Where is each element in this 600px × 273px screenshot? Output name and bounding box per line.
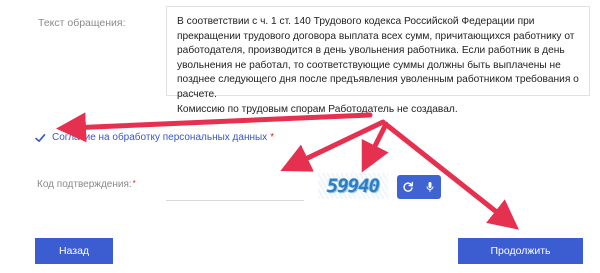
confirmation-code-input[interactable] (166, 176, 304, 201)
checkmark-icon[interactable] (34, 131, 46, 143)
arrow-to-code-input (280, 119, 386, 172)
arrow-to-captcha (361, 121, 389, 173)
required-marker: * (270, 131, 275, 143)
required-marker: * (132, 179, 136, 188)
consent-label[interactable]: Согласие на обработку персональных данны… (52, 132, 267, 143)
confirmation-code-label-text: Код подтверждения: (37, 179, 132, 190)
appeal-label: Текст обращения: (38, 17, 126, 29)
microphone-icon[interactable] (421, 178, 439, 196)
continue-button[interactable]: Продолжить (458, 238, 583, 264)
refresh-icon[interactable] (399, 178, 417, 196)
back-button[interactable]: Назад (35, 238, 113, 264)
consent-row[interactable]: Согласие на обработку персональных данны… (34, 131, 274, 143)
captcha-controls (397, 175, 441, 199)
appeal-text: В соответствии с ч. 1 ст. 140 Трудового … (177, 16, 579, 115)
captcha-image: 59940 (318, 173, 388, 199)
arrow-to-continue (385, 123, 519, 230)
confirmation-code-label: Код подтверждения:* (37, 179, 136, 190)
appeal-textarea[interactable]: В соответствии с ч. 1 ст. 140 Трудового … (166, 6, 590, 115)
